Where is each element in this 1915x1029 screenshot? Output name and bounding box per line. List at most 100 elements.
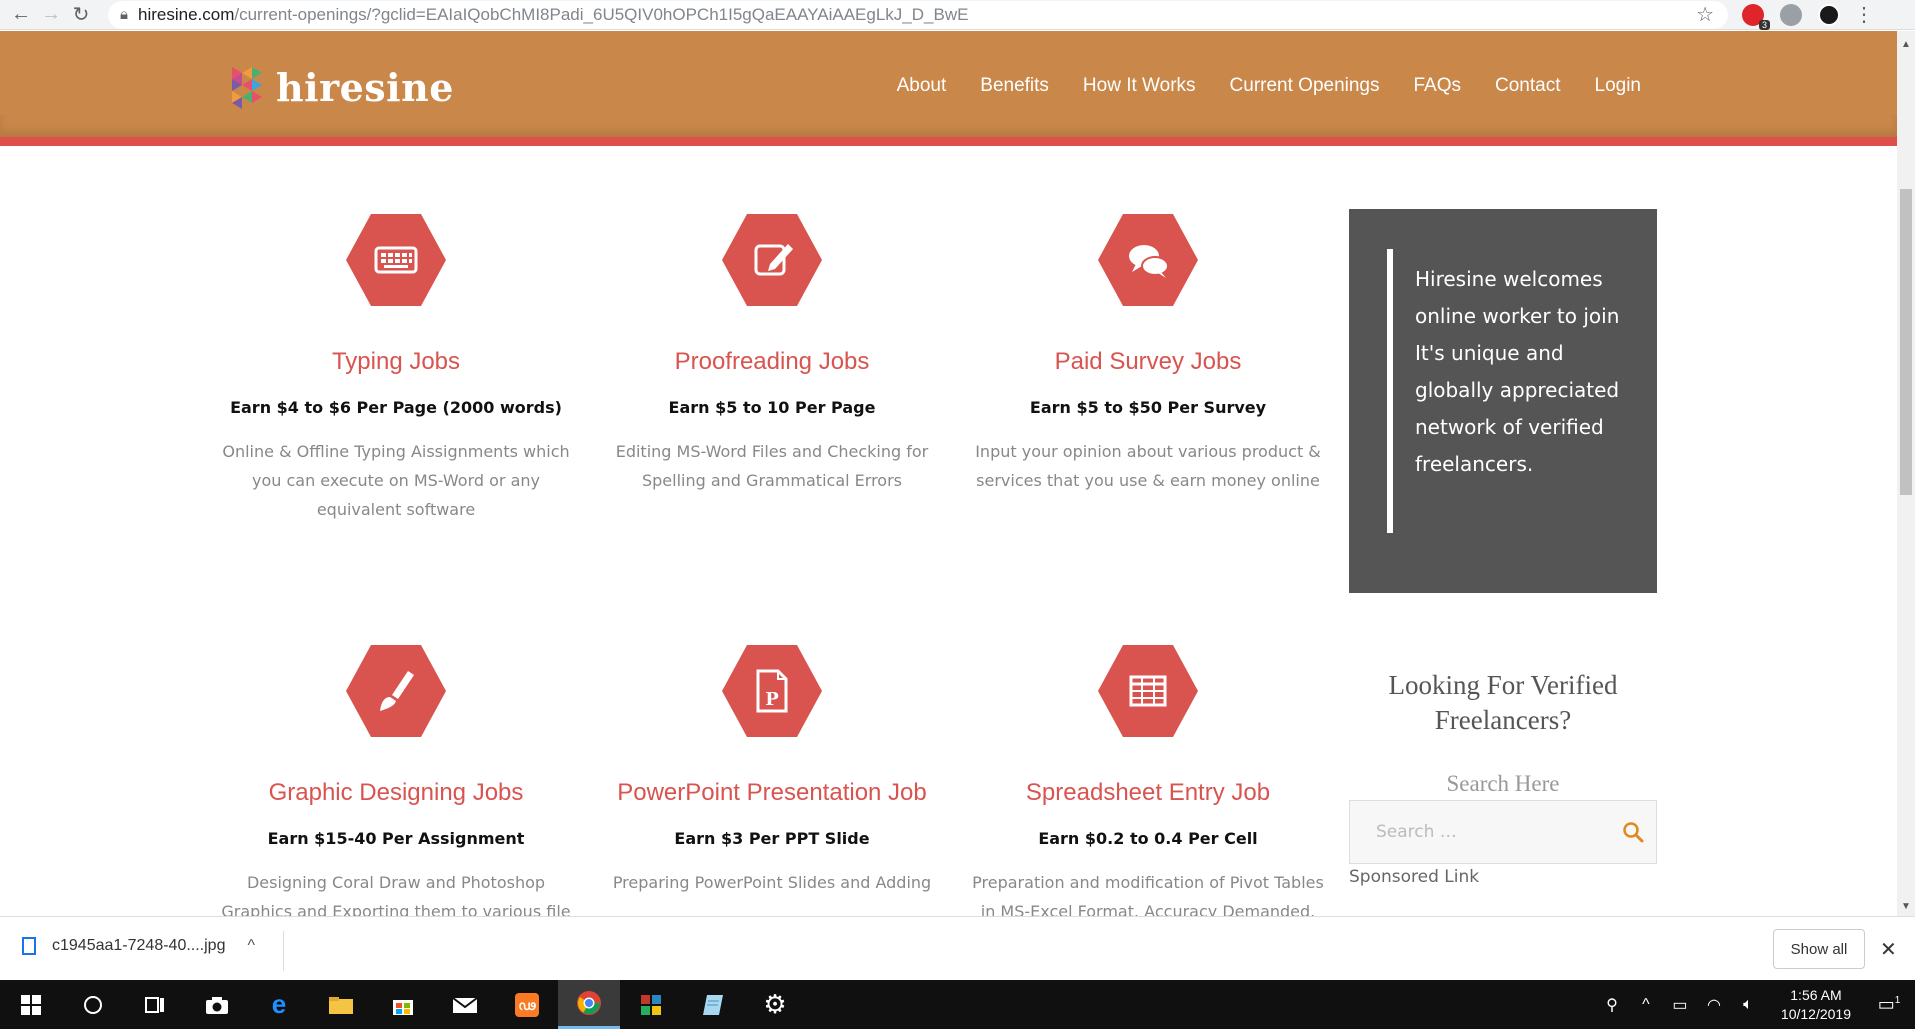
mail-icon[interactable] (434, 980, 496, 1029)
spreadsheet-icon (1098, 645, 1198, 737)
notepad-icon[interactable] (682, 980, 744, 1029)
nav-benefits[interactable]: Benefits (980, 75, 1049, 97)
job-earnings: Earn $4 to $6 Per Page (2000 words) (230, 398, 562, 417)
camera-app-icon[interactable] (186, 980, 248, 1029)
windows-taskbar: e ഢ ⚙ ⚲ ^ ▭ ◠ 🔈︎ 1:56 AM 10/12/2019 ▭1 (0, 980, 1915, 1029)
nav-how-it-works[interactable]: How It Works (1083, 75, 1196, 97)
lock-icon: 🔒︎ (120, 6, 128, 23)
scroll-down-arrow-icon[interactable]: ▼ (1901, 901, 1911, 912)
file-explorer-icon[interactable] (310, 980, 372, 1029)
sponsored-link[interactable]: Sponsored Link (1349, 867, 1479, 887)
edit-icon (722, 214, 822, 306)
chevron-up-icon[interactable]: ^ (1632, 996, 1660, 1014)
job-title[interactable]: PowerPoint Presentation Job (592, 779, 952, 807)
job-earnings: Earn $0.2 to 0.4 Per Cell (1038, 829, 1258, 848)
job-card-spreadsheet: Spreadsheet Entry Job Earn $0.2 to 0.4 P… (968, 645, 1328, 926)
job-description: Input your opinion about various product… (975, 442, 1321, 490)
extension-badge: 3 (1758, 19, 1770, 30)
job-title[interactable]: Typing Jobs (216, 348, 576, 376)
download-item[interactable]: c1945aa1-7248-40....jpg ^ (22, 937, 255, 955)
opera-extension-icon[interactable]: 3 (1742, 3, 1770, 30)
job-description: Preparing PowerPoint Slides and Adding (612, 873, 932, 892)
notification-count: 1 (1894, 995, 1901, 1006)
job-description: Editing MS-Word Files and Checking for S… (615, 442, 929, 490)
browser-menu-icon[interactable]: ⋮ (1854, 2, 1874, 27)
chevron-up-icon[interactable]: ^ (247, 937, 255, 955)
job-card-powerpoint: P PowerPoint Presentation Job Earn $3 Pe… (592, 645, 952, 897)
download-bar: c1945aa1-7248-40....jpg ^ Show all ✕ (0, 916, 1915, 980)
winrar-icon[interactable] (620, 980, 682, 1029)
job-title[interactable]: Proofreading Jobs (592, 348, 952, 376)
edge-browser-icon[interactable]: e (248, 980, 310, 1029)
job-title[interactable]: Spreadsheet Entry Job (968, 779, 1328, 807)
clock-time: 1:56 AM (1790, 986, 1842, 1003)
job-card-typing: Typing Jobs Earn $4 to $6 Per Page (2000… (216, 214, 576, 524)
scroll-up-arrow-icon[interactable]: ▲ (1901, 39, 1911, 50)
scroll-thumb[interactable] (1900, 189, 1912, 495)
task-view-icon[interactable] (124, 980, 186, 1029)
show-all-button[interactable]: Show all (1773, 929, 1865, 969)
chrome-icon[interactable] (558, 980, 620, 1029)
browser-toolbar: ← → ↻ 🔒︎ hiresine.com/current-openings/?… (0, 0, 1915, 30)
battery-icon[interactable]: ▭ (1666, 995, 1694, 1015)
search-heading: Search Here (1446, 771, 1560, 796)
nav-contact[interactable]: Contact (1495, 75, 1560, 97)
download-filename: c1945aa1-7248-40....jpg (52, 937, 226, 954)
keyboard-icon (346, 214, 446, 306)
nav-faqs[interactable]: FAQs (1414, 75, 1462, 97)
bookmark-star-icon[interactable]: ☆ (1696, 2, 1714, 27)
globe-extension-icon[interactable] (1780, 3, 1802, 26)
job-earnings: Earn $5 to 10 Per Page (668, 398, 876, 417)
profile-avatar[interactable] (1818, 3, 1840, 26)
system-clock[interactable]: 1:56 AM 10/12/2019 (1781, 986, 1851, 1024)
windows-start-icon[interactable] (0, 980, 62, 1029)
logo-mark-icon (232, 63, 266, 111)
welcome-quote-box: Hiresine welcomes online worker to join … (1349, 209, 1657, 593)
site-logo[interactable]: hiresine (232, 63, 454, 111)
nav-login[interactable]: Login (1595, 75, 1642, 97)
page-scrollbar[interactable]: ▲ ▼ (1897, 31, 1915, 916)
volume-icon[interactable]: 🔈︎ (1734, 996, 1762, 1014)
svg-text:ഢ: ഢ (518, 999, 536, 1014)
wifi-icon[interactable]: ◠ (1700, 995, 1728, 1015)
job-card-proofreading: Proofreading Jobs Earn $5 to 10 Per Page… (592, 214, 952, 495)
back-icon[interactable]: ← (6, 0, 36, 30)
store-icon[interactable] (372, 980, 434, 1029)
job-earnings: Earn $5 to $50 Per Survey (1029, 398, 1267, 417)
powerpoint-file-icon: P (722, 645, 822, 737)
main-nav: About Benefits How It Works Current Open… (863, 75, 1641, 97)
job-earnings: Earn $15-40 Per Assignment (267, 829, 525, 848)
search-box (1349, 800, 1657, 864)
welcome-quote: Hiresine welcomes online worker to join … (1415, 267, 1620, 476)
job-card-graphic-designing: Graphic Designing Jobs Earn $15-40 Per A… (216, 645, 576, 926)
cortana-search-icon[interactable] (62, 980, 124, 1029)
header-shade (0, 115, 1897, 137)
nav-about[interactable]: About (897, 75, 947, 97)
reload-icon[interactable]: ↻ (66, 0, 96, 30)
job-earnings: Earn $3 Per PPT Slide (674, 829, 870, 848)
paintbrush-icon (346, 645, 446, 737)
job-card-paid-survey: Paid Survey Jobs Earn $5 to $50 Per Surv… (968, 214, 1328, 495)
logo-text: hiresine (276, 64, 454, 110)
address-bar[interactable]: 🔒︎ hiresine.com/current-openings/?gclid=… (108, 0, 1728, 29)
download-divider (283, 931, 284, 971)
sidebar-heading: Looking For Verified Freelancers? (1388, 670, 1618, 735)
settings-gear-icon[interactable]: ⚙ (744, 980, 806, 1029)
action-center-icon[interactable]: ▭1 (1869, 994, 1909, 1015)
search-input[interactable] (1376, 822, 1606, 842)
quote-bar (1387, 249, 1393, 533)
job-title[interactable]: Graphic Designing Jobs (216, 779, 576, 807)
header-accent-strip (0, 137, 1897, 146)
people-icon[interactable]: ⚲ (1598, 995, 1626, 1015)
job-description: Online & Offline Typing Aissignments whi… (222, 442, 570, 519)
chat-bubbles-icon (1098, 214, 1198, 306)
svg-text:P: P (765, 689, 779, 710)
xampp-icon[interactable]: ഢ (496, 980, 558, 1029)
close-icon[interactable]: ✕ (1880, 937, 1897, 962)
nav-current-openings[interactable]: Current Openings (1230, 75, 1380, 97)
forward-icon[interactable]: → (36, 0, 66, 30)
job-title[interactable]: Paid Survey Jobs (968, 348, 1328, 376)
url-path: /current-openings/?gclid=EAIaIQobChMI8Pa… (234, 4, 969, 24)
url-host: hiresine.com (137, 4, 235, 24)
search-icon[interactable] (1622, 821, 1644, 843)
